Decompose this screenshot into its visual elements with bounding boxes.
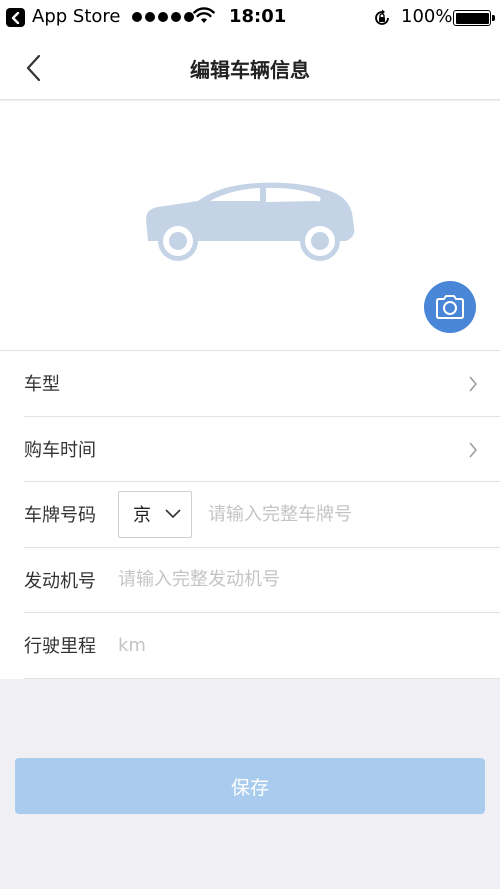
camera-icon bbox=[436, 295, 464, 319]
plate-province-value: 京 bbox=[133, 505, 151, 527]
plate-province-select[interactable]: 京 bbox=[118, 490, 192, 538]
battery-percent: 100% bbox=[401, 6, 453, 27]
page-title: 编辑车辆信息 bbox=[190, 58, 310, 82]
clock: 18:01 bbox=[229, 6, 287, 27]
back-app-name[interactable]: App Store bbox=[32, 6, 120, 27]
engine-number-input[interactable] bbox=[118, 569, 500, 591]
plate-number-input[interactable] bbox=[208, 503, 500, 525]
purchase-time-label: 购车时间 bbox=[24, 439, 96, 461]
car-placeholder-icon bbox=[146, 182, 355, 261]
save-button[interactable]: 保存 bbox=[15, 758, 485, 814]
car-model-label: 车型 bbox=[24, 374, 60, 396]
back-to-app-icon[interactable] bbox=[6, 8, 25, 27]
car-model-row[interactable]: 车型 bbox=[24, 351, 500, 417]
mileage-label: 行驶里程 bbox=[24, 636, 96, 658]
nav-bar: 编辑车辆信息 bbox=[0, 36, 500, 100]
chevron-right-icon bbox=[469, 376, 477, 392]
camera-button[interactable] bbox=[424, 281, 476, 333]
mileage-input[interactable] bbox=[118, 634, 500, 656]
mileage-row: 行驶里程 bbox=[24, 613, 500, 679]
battery-icon bbox=[453, 10, 495, 26]
chevron-right-icon bbox=[469, 442, 477, 457]
plate-number-row: 车牌号码 京 bbox=[24, 482, 500, 548]
engine-number-label: 发动机号 bbox=[24, 570, 96, 592]
plate-number-label: 车牌号码 bbox=[24, 505, 96, 527]
signal-icon bbox=[132, 12, 194, 22]
chevron-down-icon bbox=[165, 509, 181, 519]
vehicle-photo-area bbox=[0, 101, 500, 350]
orientation-lock-icon bbox=[372, 8, 392, 33]
vehicle-form: 车型 购车时间 车牌号码 京 发动机号 行驶里程 bbox=[0, 350, 500, 679]
status-bar: App Store 18:01 100% bbox=[0, 0, 500, 36]
wifi-icon bbox=[193, 7, 215, 30]
engine-number-row: 发动机号 bbox=[24, 548, 500, 613]
purchase-time-row[interactable]: 购车时间 bbox=[24, 417, 500, 482]
